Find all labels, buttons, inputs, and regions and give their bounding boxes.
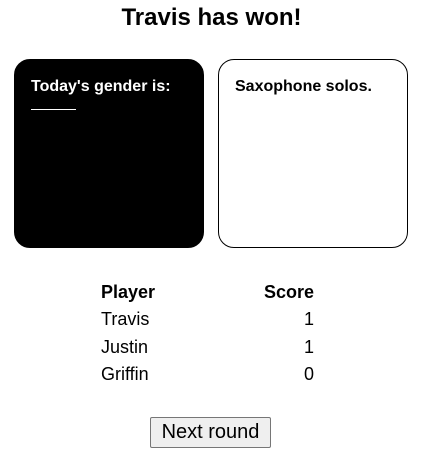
white-card[interactable]: Saxophone solos. [218,59,408,248]
scoreboard-header-row: Player Score [95,278,320,306]
table-row: Griffin 0 [95,361,320,389]
player-score: 1 [303,309,314,330]
player-score: 0 [303,364,314,385]
blank-line [31,109,76,110]
table-row: Travis 1 [95,306,320,334]
next-round-button[interactable]: Next round [150,417,271,448]
score-column-header: Score [263,281,314,302]
black-card-text: Today's gender is: [31,78,171,95]
round-result-title: Travis has won! [121,4,302,31]
player-name: Griffin [101,364,149,385]
black-card: Today's gender is: [14,59,204,248]
player-name: Justin [101,336,149,357]
scoreboard-table: Player Score Travis 1 Justin 1 Griffin 0 [95,278,320,388]
player-column-header: Player [101,281,156,302]
table-row: Justin 1 [95,333,320,361]
game-screen: Travis has won! Today's gender is: Saxop… [0,0,423,461]
player-score: 1 [303,336,314,357]
player-name: Travis [101,309,150,330]
white-card-text: Saxophone solos. [235,78,372,95]
